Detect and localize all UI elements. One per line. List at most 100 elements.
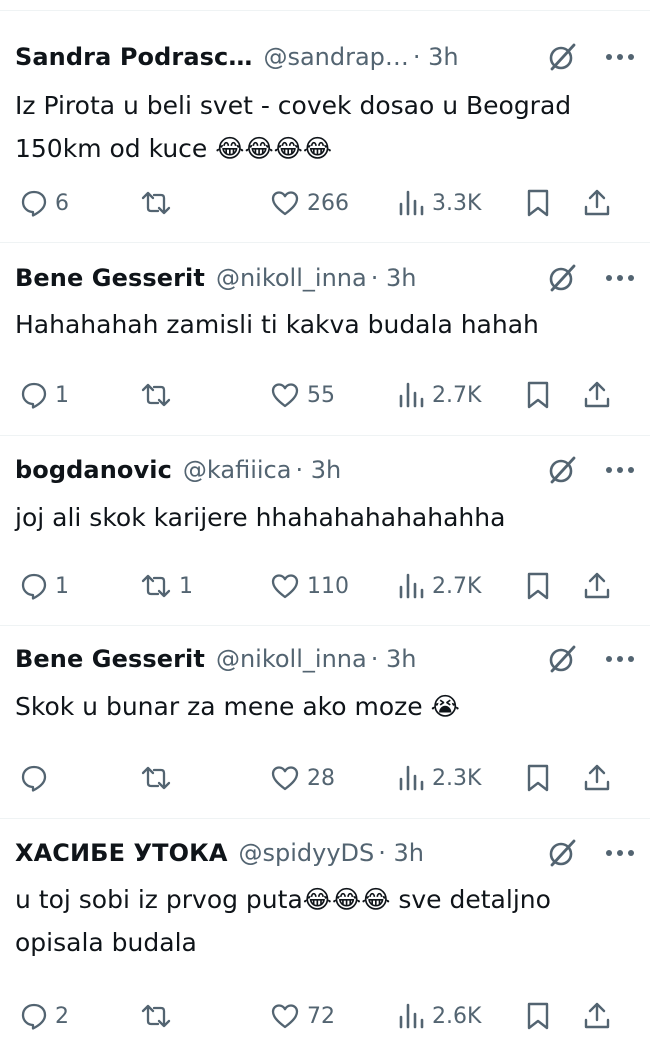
share-button[interactable] xyxy=(582,183,612,223)
retweet-icon xyxy=(141,574,171,598)
like-count: 266 xyxy=(307,190,349,216)
tweet[interactable]: ХАСИБЕ УТОКА @spidyyDS · 3h u toj sobi i… xyxy=(0,819,650,1059)
display-name[interactable]: Sandra Podrasc… xyxy=(15,43,252,71)
like-button[interactable]: 55 xyxy=(270,375,335,415)
tweet-header: Bene Gesserit @nikoll_inna · 3h xyxy=(15,639,635,679)
tweet-header: Sandra Podrasc… @sandrap… · 3h xyxy=(15,37,635,77)
like-button[interactable]: 72 xyxy=(270,996,335,1036)
reply-icon xyxy=(21,190,47,217)
retweet-button[interactable]: 1 xyxy=(140,566,193,606)
display-name[interactable]: bogdanovic xyxy=(15,456,172,484)
timestamp[interactable]: · 3h xyxy=(378,839,424,867)
like-count: 110 xyxy=(307,573,349,599)
reply-count: 1 xyxy=(55,573,69,599)
heart-icon xyxy=(271,574,299,599)
bookmark-icon xyxy=(527,1002,549,1030)
tweet-actions: 28 2.3K xyxy=(0,758,650,798)
views-icon xyxy=(399,190,424,216)
bookmark-button[interactable] xyxy=(525,183,551,223)
bookmark-button[interactable] xyxy=(525,375,551,415)
timestamp[interactable]: · 3h xyxy=(295,456,341,484)
tweet-header: ХАСИБЕ УТОКА @spidyyDS · 3h xyxy=(15,833,635,873)
bookmark-button[interactable] xyxy=(525,996,551,1036)
share-button[interactable] xyxy=(582,375,612,415)
more-options-icon[interactable] xyxy=(605,838,635,868)
tweet[interactable]: Bene Gesserit @nikoll_inna · 3h Skok u b… xyxy=(0,626,650,819)
grok-icon[interactable] xyxy=(547,42,577,72)
retweet-button[interactable] xyxy=(140,996,179,1036)
tweet-actions: 1 1 110 2.7K xyxy=(0,566,650,606)
reply-button[interactable]: 1 xyxy=(20,375,69,415)
reply-icon xyxy=(21,1003,47,1030)
reply-count: 6 xyxy=(55,190,69,216)
user-handle[interactable]: @nikoll_inna xyxy=(216,645,367,673)
bookmark-button[interactable] xyxy=(525,758,551,798)
more-options-icon[interactable] xyxy=(605,42,635,72)
tweet-header: bogdanovic @kafiiica · 3h xyxy=(15,450,635,490)
tweet-actions: 6 266 3.3K xyxy=(0,183,650,223)
tweet-text: Skok u bunar za mene ako moze 😭 xyxy=(15,692,460,721)
timestamp[interactable]: · 3h xyxy=(413,43,459,71)
retweet-icon xyxy=(141,383,171,407)
views-button[interactable]: 2.6K xyxy=(397,996,481,1036)
tweet[interactable]: Bene Gesserit @nikoll_inna · 3h Hahahaha… xyxy=(0,243,650,436)
grok-icon[interactable] xyxy=(547,838,577,868)
bookmark-button[interactable] xyxy=(525,566,551,606)
like-count: 55 xyxy=(307,382,335,408)
tweet[interactable]: Sandra Podrasc… @sandrap… · 3h Iz Pirota… xyxy=(0,11,650,243)
timestamp[interactable]: · 3h xyxy=(371,264,417,292)
user-handle[interactable]: @spidyyDS xyxy=(239,839,375,867)
reply-button[interactable] xyxy=(20,758,55,798)
heart-icon xyxy=(271,383,299,408)
more-options-icon[interactable] xyxy=(605,644,635,674)
retweet-button[interactable] xyxy=(140,375,179,415)
tweet-text: joj ali skok karijere hhahahahahahahha xyxy=(15,503,506,532)
tweet-text: Hahahahah zamisli ti kakva budala hahah xyxy=(15,310,539,339)
views-button[interactable]: 2.7K xyxy=(397,375,481,415)
share-button[interactable] xyxy=(582,996,612,1036)
views-icon xyxy=(399,382,424,408)
timestamp[interactable]: · 3h xyxy=(371,645,417,673)
like-button[interactable]: 266 xyxy=(270,183,349,223)
retweet-icon xyxy=(141,191,171,215)
views-button[interactable]: 2.7K xyxy=(397,566,481,606)
bookmark-icon xyxy=(527,189,549,217)
like-button[interactable]: 28 xyxy=(270,758,335,798)
share-icon xyxy=(584,381,610,408)
heart-icon xyxy=(271,1004,299,1029)
tweet-text: Iz Pirota u beli svet - covek dosao u Be… xyxy=(15,91,580,163)
share-button[interactable] xyxy=(582,758,612,798)
grok-icon[interactable] xyxy=(547,455,577,485)
more-options-icon[interactable] xyxy=(605,263,635,293)
share-icon xyxy=(584,764,610,791)
user-handle[interactable]: @nikoll_inna xyxy=(216,264,367,292)
grok-icon[interactable] xyxy=(547,644,577,674)
bookmark-icon xyxy=(527,572,549,600)
reply-button[interactable]: 1 xyxy=(20,566,69,606)
share-icon xyxy=(584,572,610,599)
tweet[interactable]: bogdanovic @kafiiica · 3h joj ali skok k… xyxy=(0,436,650,626)
display-name[interactable]: Bene Gesserit xyxy=(15,264,205,292)
retweet-icon xyxy=(141,1004,171,1028)
like-button[interactable]: 110 xyxy=(270,566,349,606)
retweet-button[interactable] xyxy=(140,758,179,798)
display-name[interactable]: Bene Gesserit xyxy=(15,645,205,673)
views-icon xyxy=(399,765,424,791)
display-name[interactable]: ХАСИБЕ УТОКА xyxy=(15,839,228,867)
reply-count: 1 xyxy=(55,382,69,408)
views-button[interactable]: 3.3K xyxy=(397,183,481,223)
reply-button[interactable]: 6 xyxy=(20,183,69,223)
grok-icon[interactable] xyxy=(547,263,577,293)
retweet-button[interactable] xyxy=(140,183,179,223)
share-button[interactable] xyxy=(582,566,612,606)
retweet-count: 1 xyxy=(179,573,193,599)
user-handle[interactable]: @sandrap… xyxy=(263,43,408,71)
more-options-icon[interactable] xyxy=(605,455,635,485)
bookmark-icon xyxy=(527,381,549,409)
view-count: 2.6K xyxy=(432,1003,482,1029)
reply-feed: Sandra Podrasc… @sandrap… · 3h Iz Pirota… xyxy=(0,11,650,1059)
user-handle[interactable]: @kafiiica xyxy=(183,456,292,484)
reply-count: 2 xyxy=(55,1003,69,1029)
reply-button[interactable]: 2 xyxy=(20,996,69,1036)
views-button[interactable]: 2.3K xyxy=(397,758,481,798)
